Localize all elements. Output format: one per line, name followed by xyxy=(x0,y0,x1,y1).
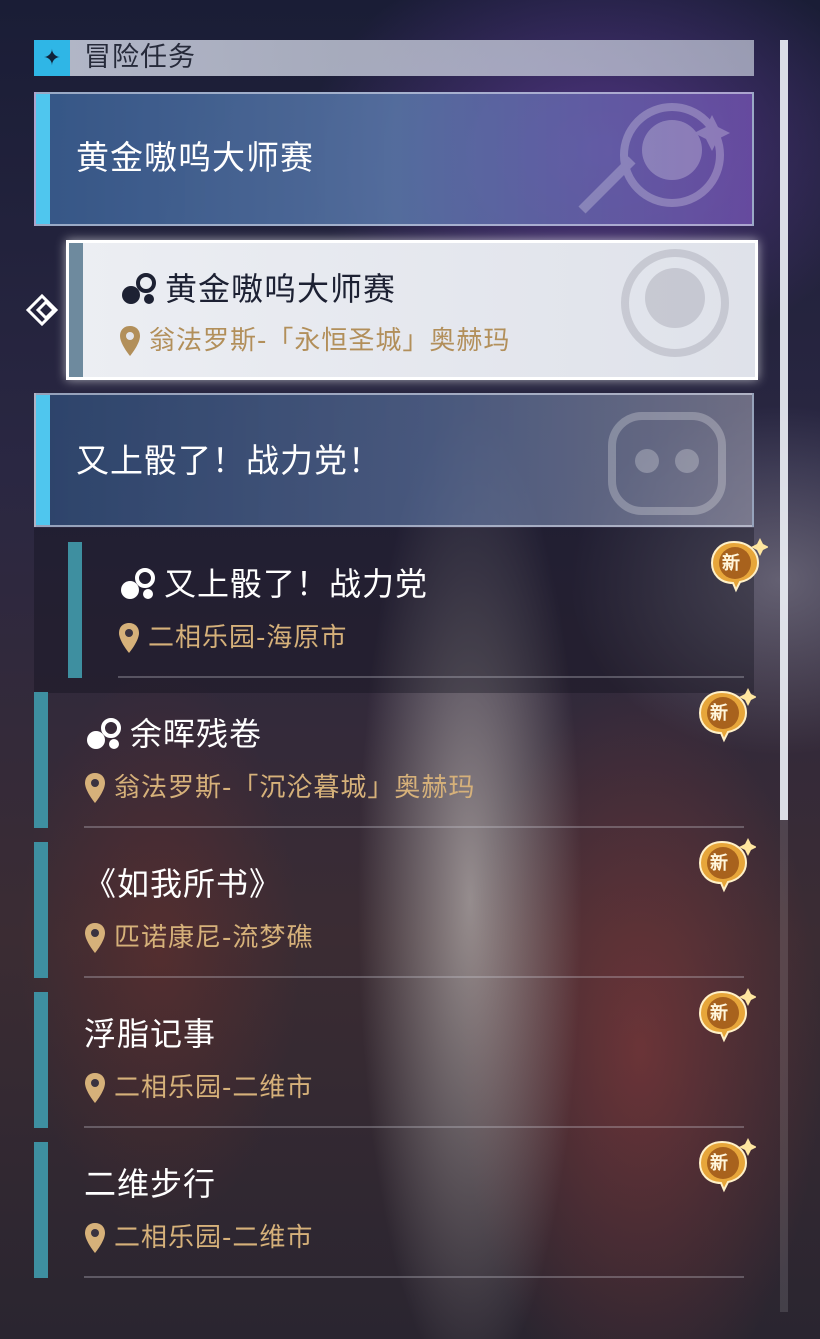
location-pin-icon xyxy=(85,923,105,953)
quest-title: 二维步行 xyxy=(84,1165,217,1203)
selection-arrow-icon xyxy=(25,293,59,327)
location-pin-icon xyxy=(120,326,140,356)
mascot-emblem-icon xyxy=(621,249,729,357)
new-badge: 新 xyxy=(694,686,756,744)
quest-location: 二相乐园-二维市 xyxy=(114,1223,314,1253)
new-badge: 新 xyxy=(694,986,756,1044)
quest-accent xyxy=(69,243,83,377)
quest-divider xyxy=(84,1276,744,1278)
location-pin-icon xyxy=(85,773,105,803)
quest-type-icon xyxy=(121,568,155,599)
quest-accent xyxy=(34,842,48,978)
new-badge-label: 新 xyxy=(710,853,728,874)
sparkle-icon: ✦ xyxy=(34,40,70,76)
quest-location-row: 二相乐园-海原市 xyxy=(118,620,347,656)
quest-divider xyxy=(84,826,744,828)
banner-accent xyxy=(36,94,50,224)
category-banner[interactable]: 又上骰了！战力党！ xyxy=(34,393,754,527)
quest-divider xyxy=(118,676,744,678)
quest-item[interactable]: 又上骰了！战力党 二相乐园-海原市 xyxy=(68,542,754,678)
category-title: 黄金嗷呜大师赛 xyxy=(76,138,314,177)
new-badge: 新 xyxy=(706,536,768,594)
quest-type-icon xyxy=(87,718,121,749)
quest-item[interactable]: 《如我所书》 匹诺康尼-流梦礁 xyxy=(34,842,754,978)
quest-accent xyxy=(34,1142,48,1278)
new-badge: 新 xyxy=(694,836,756,894)
quest-divider xyxy=(84,1126,744,1128)
section-title: 冒险任务 xyxy=(84,42,196,73)
quest-location: 二相乐园-二维市 xyxy=(114,1073,314,1103)
quest-location: 翁法罗斯-「永恒圣城」奥赫玛 xyxy=(149,326,511,356)
quest-type-icon xyxy=(122,273,156,304)
quest-title-row: 又上骰了！战力党 xyxy=(118,562,428,606)
new-badge-label: 新 xyxy=(710,1153,728,1174)
location-pin-icon xyxy=(85,1223,105,1253)
mascot-emblem-icon xyxy=(608,412,726,515)
quest-location: 翁法罗斯-「沉沦暮城」奥赫玛 xyxy=(114,773,476,803)
new-badge-label: 新 xyxy=(722,553,740,574)
scrollbar-thumb[interactable] xyxy=(780,40,788,820)
quest-title: 又上骰了！战力党 xyxy=(164,565,429,603)
banner-accent xyxy=(36,395,50,525)
quest-item[interactable]: 二维步行 二相乐园-二维市 xyxy=(34,1142,754,1278)
quest-title: 《如我所书》 xyxy=(84,865,283,903)
quest-title-row: 余晖残卷 xyxy=(84,712,262,756)
new-badge-label: 新 xyxy=(710,1003,728,1024)
quest-location: 匹诺康尼-流梦礁 xyxy=(114,923,314,953)
new-badge: 新 xyxy=(694,1136,756,1194)
quest-divider xyxy=(84,976,744,978)
mascot-emblem-icon xyxy=(578,103,730,214)
quest-accent xyxy=(34,992,48,1128)
quest-item-selected[interactable]: 黄金嗷呜大师赛 翁法罗斯-「永恒圣城」奥赫玛 xyxy=(66,240,758,380)
quest-location-row: 翁法罗斯-「永恒圣城」奥赫玛 xyxy=(119,323,510,359)
quest-location-row: 匹诺康尼-流梦礁 xyxy=(84,920,313,956)
category-banner[interactable]: 黄金嗷呜大师赛 xyxy=(34,92,754,226)
quest-title-row: 黄金嗷呜大师赛 xyxy=(119,267,396,311)
new-badge-label: 新 xyxy=(710,703,728,724)
quest-location-row: 二相乐园-二维市 xyxy=(84,1070,313,1106)
section-header: ✦ 冒险任务 xyxy=(34,40,754,76)
quest-location-row: 二相乐园-二维市 xyxy=(84,1220,313,1256)
quest-item[interactable]: 余晖残卷 翁法罗斯-「沉沦暮城」奥赫玛 xyxy=(34,692,754,828)
quest-title: 黄金嗷呜大师赛 xyxy=(165,270,397,308)
quest-title: 余晖残卷 xyxy=(130,715,263,753)
quest-accent xyxy=(34,692,48,828)
quest-location-row: 翁法罗斯-「沉沦暮城」奥赫玛 xyxy=(84,770,475,806)
quest-accent xyxy=(68,542,82,678)
location-pin-icon xyxy=(85,1073,105,1103)
category-title: 又上骰了！战力党！ xyxy=(76,441,382,480)
quest-title: 浮脂记事 xyxy=(84,1015,217,1053)
quest-location: 二相乐园-海原市 xyxy=(148,623,348,653)
location-pin-icon xyxy=(119,623,139,653)
quest-item[interactable]: 浮脂记事 二相乐园-二维市 xyxy=(34,992,754,1128)
